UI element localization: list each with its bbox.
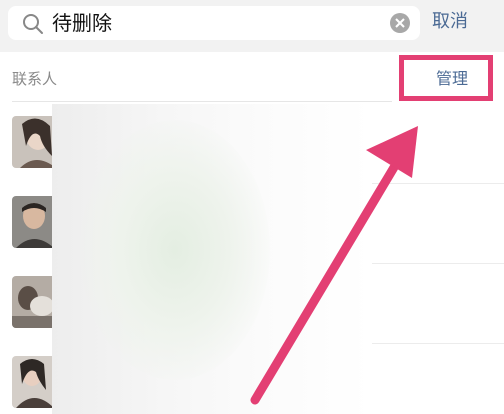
- clear-icon[interactable]: [390, 13, 410, 33]
- search-icon: [22, 13, 44, 35]
- blurred-content: [80, 120, 270, 380]
- search-input[interactable]: 待删除: [52, 10, 112, 36]
- divider: [372, 263, 504, 264]
- section-title: 联系人: [12, 70, 58, 88]
- search-bar: 待删除 取消: [0, 0, 504, 52]
- highlight-box: [399, 55, 493, 101]
- divider: [12, 101, 392, 102]
- cancel-button[interactable]: 取消: [432, 9, 468, 35]
- divider: [372, 183, 504, 184]
- divider: [372, 343, 504, 344]
- search-box[interactable]: 待删除: [8, 6, 420, 40]
